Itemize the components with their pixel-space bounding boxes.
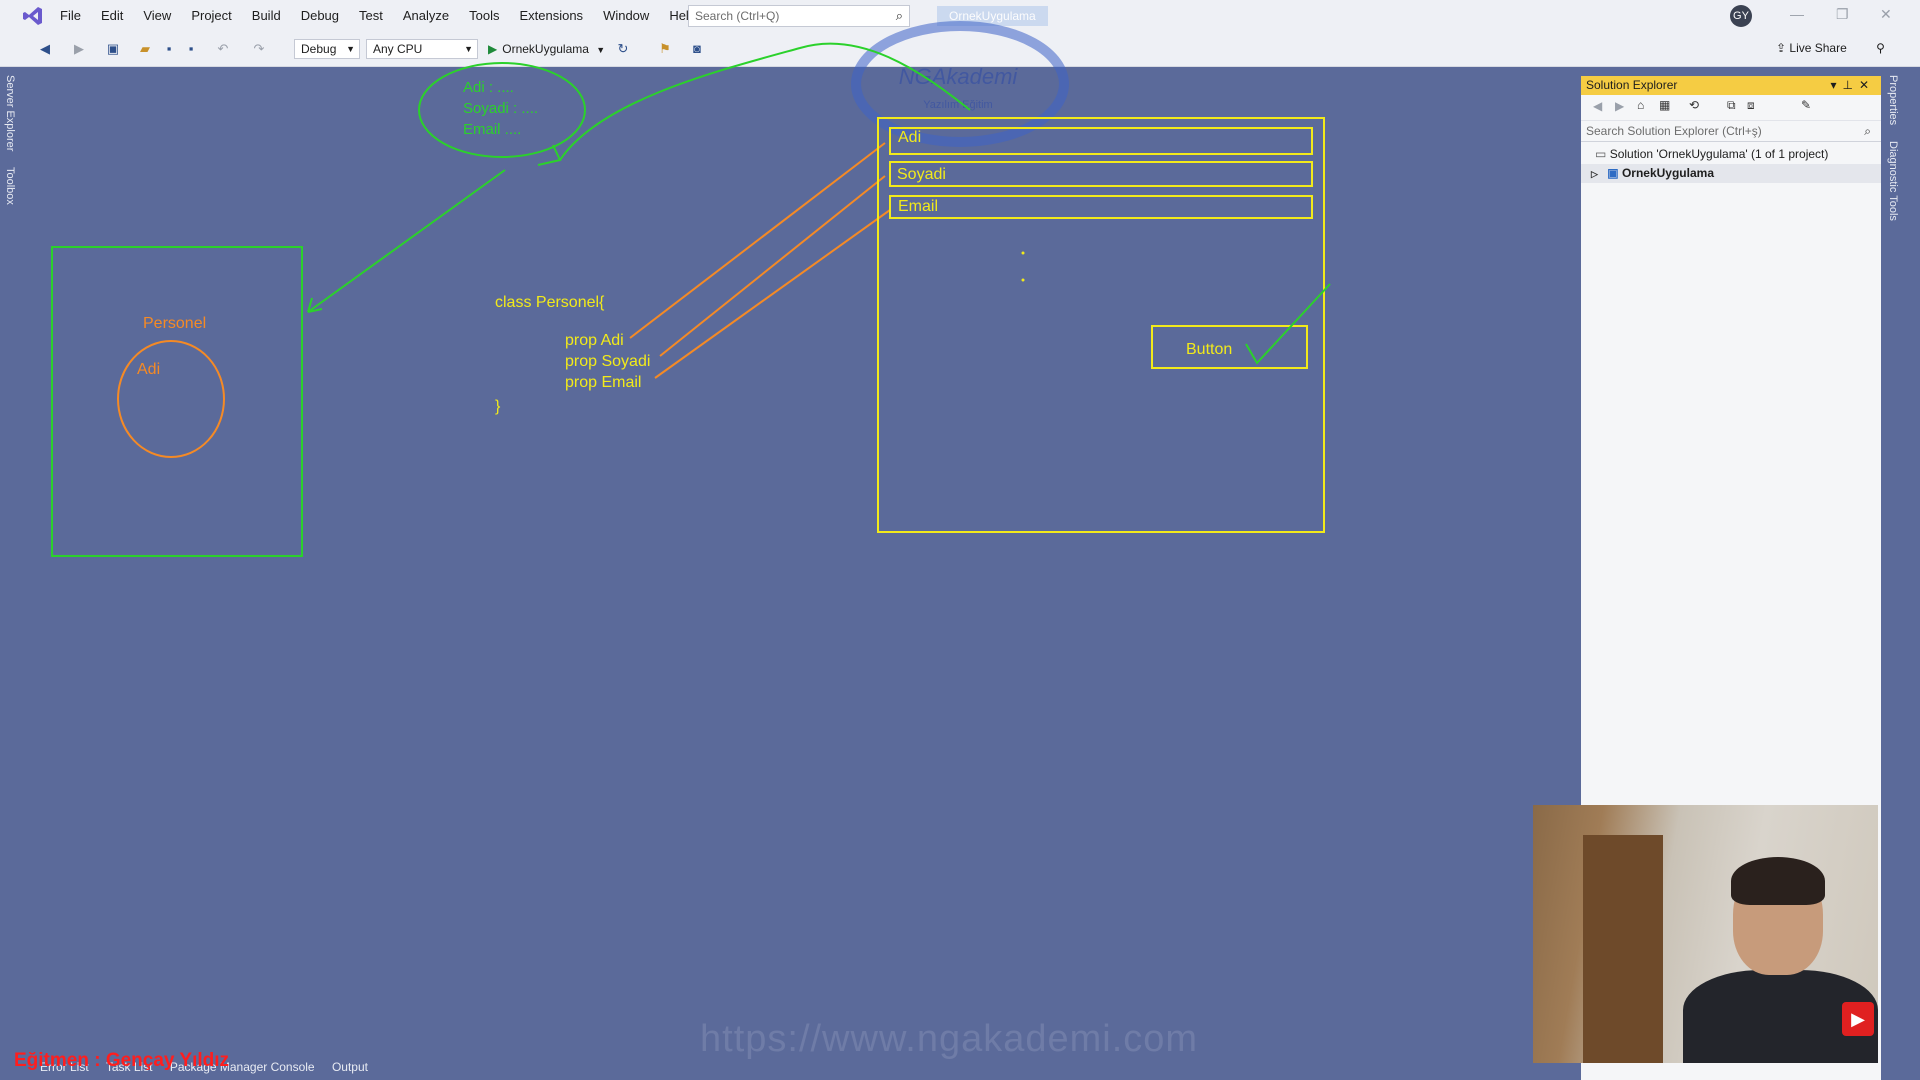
- home-icon[interactable]: ⌂: [1637, 98, 1644, 112]
- connector-soyadi: [659, 175, 886, 357]
- csharp-project-icon: ▣: [1607, 166, 1619, 180]
- solution-explorer-search-placeholder: Search Solution Explorer (Ctrl+ş): [1586, 124, 1762, 138]
- ellipsis-dot: [1021, 278, 1025, 282]
- code-closing-brace: }: [495, 398, 501, 415]
- pin-icon[interactable]: ⊥: [1842, 78, 1858, 92]
- collapse-all-icon[interactable]: ⧉: [1727, 98, 1736, 113]
- connector-email: [654, 209, 891, 379]
- search-icon: ⌕: [1864, 124, 1871, 138]
- property-circle-label: Adi: [137, 361, 160, 378]
- tree-item-project[interactable]: ▷ ▣ OrnekUygulama: [1581, 164, 1881, 183]
- instructor-caption: Eğitmen : Gençay Yıldız: [14, 1050, 230, 1071]
- solution-explorer-title-bar: Solution Explorer ▾⊥✕: [1581, 76, 1881, 95]
- object-title: Personel: [143, 315, 206, 332]
- object-box: [51, 246, 303, 557]
- form-field-email-label: Email: [898, 198, 938, 215]
- checkmark-icon: [1245, 283, 1331, 365]
- forward-icon[interactable]: ▶: [1615, 99, 1624, 113]
- website-watermark: https://www.ngakademi.com: [700, 1018, 1199, 1060]
- wrench-icon[interactable]: ✎: [1801, 98, 1811, 112]
- project-label: OrnekUygulama: [1621, 166, 1714, 180]
- form-field-email: [889, 195, 1313, 219]
- note-to-object-arrow: [307, 169, 506, 313]
- back-icon[interactable]: ◀: [1593, 99, 1602, 113]
- code-prop-email: prop Email: [565, 374, 641, 391]
- switch-views-icon[interactable]: ▦: [1659, 98, 1670, 112]
- tab-output[interactable]: Output: [332, 1060, 368, 1074]
- form-field-adi-label: Adi: [898, 129, 921, 146]
- note-line-soyadi: Soyadi : ....: [463, 100, 538, 117]
- bookshelf: [1583, 835, 1663, 1063]
- tab-diagnostic-tools[interactable]: Diagnostic Tools: [1887, 141, 1899, 221]
- show-all-files-icon[interactable]: ⧈: [1747, 98, 1755, 113]
- note-line-email: Email ....: [463, 121, 521, 138]
- form-button-label: Button: [1186, 341, 1232, 358]
- tree-item-solution[interactable]: ▭ Solution 'OrnekUygulama' (1 of 1 proje…: [1581, 145, 1881, 164]
- property-circle: [117, 340, 225, 458]
- ngakademi-logo: NGAkademi Yazılım Eğitim: [851, 21, 1069, 147]
- chevron-right-icon[interactable]: ▷: [1591, 169, 1598, 179]
- code-prop-adi: prop Adi: [565, 332, 624, 349]
- code-class-header: class Personel{: [495, 294, 605, 311]
- code-prop-soyadi: prop Soyadi: [565, 353, 650, 370]
- instructor-webcam-image: ▶: [1533, 805, 1878, 1063]
- form-field-soyadi-label: Soyadi: [897, 166, 946, 183]
- note-line-adi: Adi : ....: [463, 79, 514, 96]
- solution-explorer-title: Solution Explorer: [1586, 78, 1678, 92]
- youtube-icon: ▶: [1842, 1002, 1874, 1036]
- right-tab-strip: Properties Diagnostic Tools: [1883, 67, 1920, 1080]
- chevron-down-icon[interactable]: ▾: [1830, 78, 1842, 92]
- form-field-soyadi: [889, 161, 1313, 187]
- logo-text: NGAkademi: [899, 64, 1019, 89]
- ellipsis-dot: [1021, 251, 1025, 255]
- history-icon[interactable]: ⟲: [1689, 98, 1699, 112]
- tab-properties[interactable]: Properties: [1887, 75, 1899, 125]
- close-icon[interactable]: ✕: [1859, 78, 1875, 92]
- solution-explorer-search-input[interactable]: Search Solution Explorer (Ctrl+ş) ⌕: [1581, 121, 1881, 142]
- solution-explorer-toolbar: ◀ ▶ ⌂ ▦ ⟲ ⧉ ⧈ ✎: [1581, 95, 1881, 121]
- solution-label: Solution 'OrnekUygulama' (1 of 1 project…: [1609, 147, 1829, 161]
- solution-icon: ▭: [1595, 147, 1607, 161]
- person-hair: [1731, 857, 1825, 905]
